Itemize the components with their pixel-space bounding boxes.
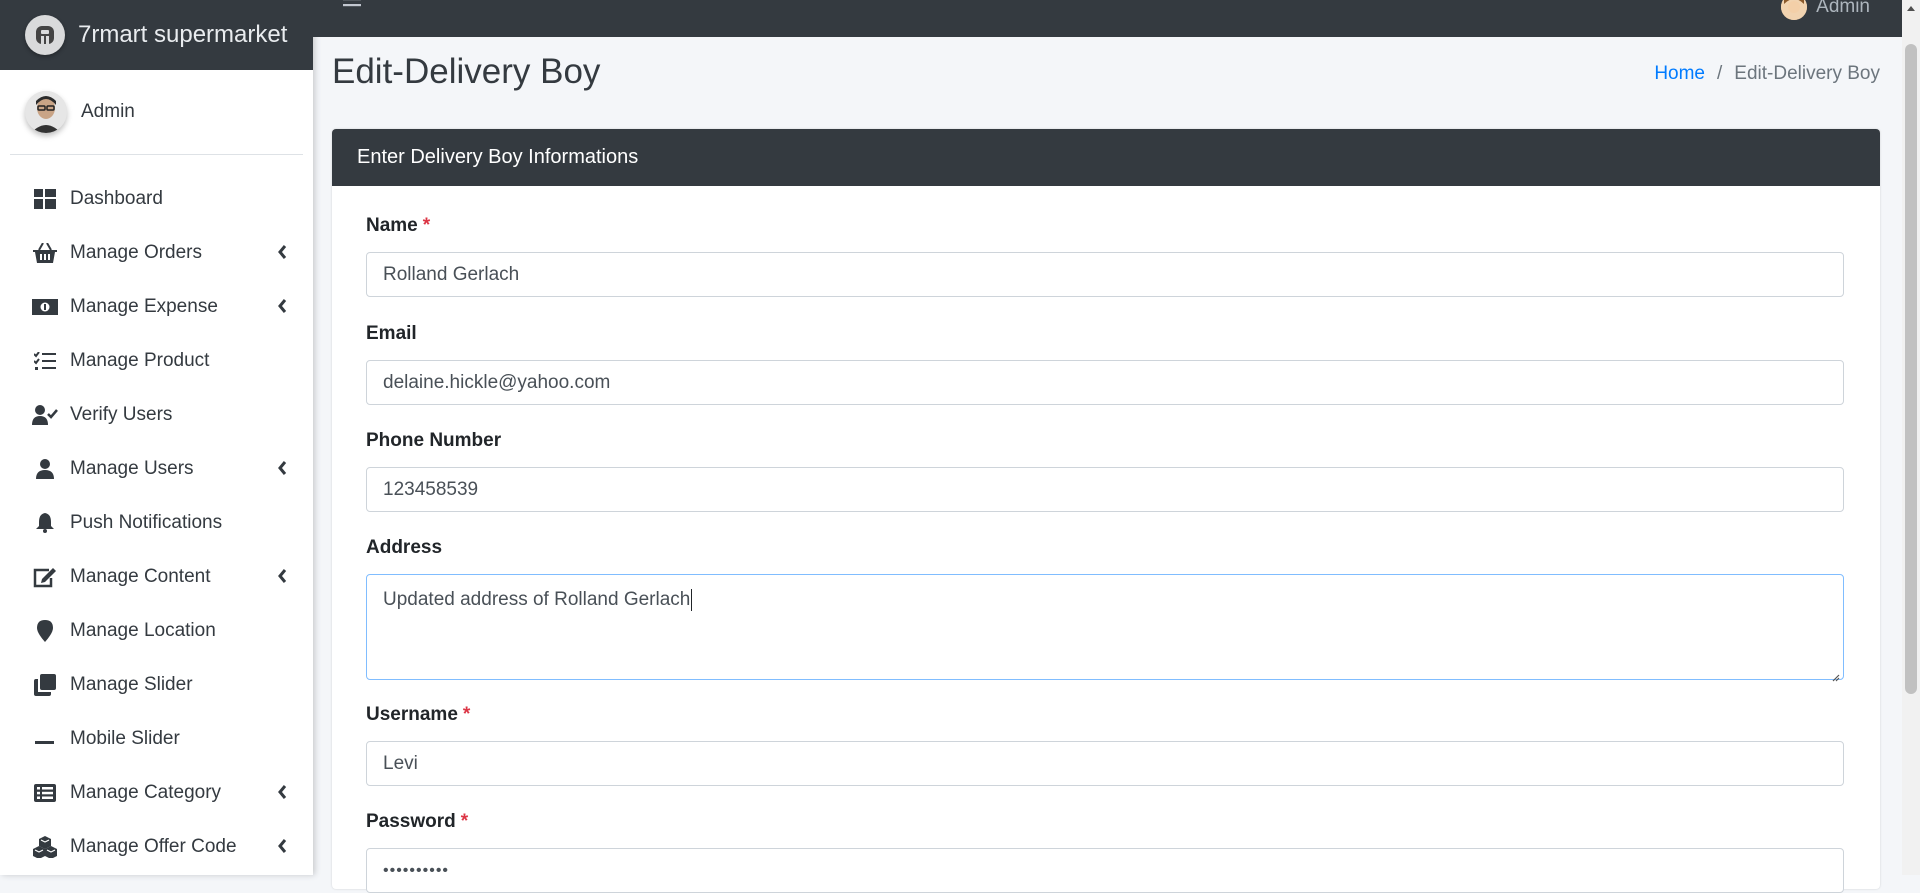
card-title: Enter Delivery Boy Informations [357,146,638,169]
dashboard-icon [32,186,58,212]
username-form-group: Username* Levi [366,704,1846,726]
sidebar-item-manage-users[interactable]: Manage Users [0,442,313,496]
brand-logo-icon [25,15,65,55]
bell-icon [32,510,58,536]
name-field[interactable]: Rolland Gerlach [366,252,1844,297]
phone-label: Phone Number [366,430,1846,452]
breadcrumb: Home / Edit-Delivery Boy [1654,63,1880,85]
cubes-icon [32,834,58,860]
sidebar-item-push-notifications[interactable]: Push Notifications [0,496,313,550]
edit-icon [32,564,58,590]
sidebar-item-manage-slider[interactable]: Manage Slider [0,658,313,712]
sidebar-item-label: Manage Offer Code [70,836,237,858]
required-mark: * [461,811,468,832]
card-header: Enter Delivery Boy Informations [332,129,1880,186]
sidebar-item-label: Dashboard [70,188,163,210]
sidebar-item-dashboard[interactable]: Dashboard [0,172,313,226]
hamburger-menu-icon[interactable] [343,0,365,14]
username-label: Username* [366,704,1846,726]
email-label: Email [366,323,1846,345]
address-text: Updated address of Rolland Gerlach [383,589,690,610]
sidebar-item-label: Manage Content [70,566,211,588]
user-avatar-icon [1781,0,1807,20]
sidebar-item-label: Manage Location [70,620,216,642]
tasks-icon [32,348,58,374]
sidebar-item-label: Manage Product [70,350,209,372]
top-user-menu[interactable]: Admin [1781,0,1870,20]
sidebar-item-label: Manage Users [70,458,194,480]
sidebar-item-mobile-slider[interactable]: Mobile Slider [0,712,313,766]
clone-icon [32,672,58,698]
sidebar-nav: Dashboard Manage Orders Manage Expense M… [0,172,313,874]
password-label: Password* [366,811,1846,833]
phone-form-group: Phone Number 123458539 [366,430,1846,452]
brand-link[interactable]: 7rmart supermarket [0,0,313,70]
address-textarea[interactable]: Updated address of Rolland Gerlach [366,574,1844,680]
text-caret [691,589,692,611]
address-form-group: Address Updated address of Rolland Gerla… [366,537,1846,559]
minus-icon [32,726,58,752]
brand-name: 7rmart supermarket [78,21,287,49]
phone-number-field[interactable]: 123458539 [366,467,1844,512]
sidebar-item-label: Push Notifications [70,512,222,534]
top-navbar: Admin [313,0,1920,37]
sidebar-item-manage-location[interactable]: Manage Location [0,604,313,658]
username-field[interactable]: Levi [366,741,1844,786]
chevron-left-icon [277,568,291,586]
required-mark: * [463,704,470,725]
name-form-group: Name* Rolland Gerlach [366,215,1846,237]
required-mark: * [423,215,430,236]
map-marker-icon [32,618,58,644]
user-icon [32,456,58,482]
chevron-left-icon [277,298,291,316]
scrollbar-thumb[interactable] [1905,44,1917,694]
chevron-left-icon [277,244,291,262]
user-panel[interactable]: Admin [10,70,303,155]
sidebar-item-label: Verify Users [70,404,172,426]
top-user-name: Admin [1816,0,1870,18]
sidebar-item-manage-product[interactable]: Manage Product [0,334,313,388]
email-field[interactable]: delaine.hickle@yahoo.com [366,360,1844,405]
sidebar-item-verify-users[interactable]: Verify Users [0,388,313,442]
chevron-left-icon [277,784,291,802]
money-bill-icon [32,294,58,320]
sidebar-item-label: Manage Slider [70,674,193,696]
sidebar-item-label: Manage Orders [70,242,202,264]
breadcrumb-separator: / [1717,63,1722,85]
user-check-icon [32,402,58,428]
sidebar-item-manage-offer-code[interactable]: Manage Offer Code [0,820,313,874]
page-scrollbar[interactable] [1902,0,1920,875]
chevron-left-icon [277,838,291,856]
sidebar-item-manage-category[interactable]: Manage Category [0,766,313,820]
basket-icon [32,240,58,266]
page-title: Edit-Delivery Boy [332,52,600,92]
sidebar: 7rmart supermarket Admin Dashboard [0,0,313,875]
delivery-boy-form-card: Enter Delivery Boy Informations Name* Ro… [332,129,1880,889]
breadcrumb-home-link[interactable]: Home [1654,63,1705,85]
sidebar-item-manage-content[interactable]: Manage Content [0,550,313,604]
resize-grip-icon[interactable] [1830,666,1840,676]
chevron-left-icon [277,460,291,478]
sidebar-item-label: Manage Expense [70,296,218,318]
email-form-group: Email delaine.hickle@yahoo.com [366,323,1846,345]
list-alt-icon [32,780,58,806]
name-label: Name* [366,215,1846,237]
user-name[interactable]: Admin [81,101,135,123]
address-label: Address [366,537,1846,559]
password-form-group: Password* •••••••••• [366,811,1846,833]
sidebar-item-manage-expense[interactable]: Manage Expense [0,280,313,334]
avatar [25,91,67,133]
sidebar-item-label: Mobile Slider [70,728,180,750]
sidebar-item-manage-orders[interactable]: Manage Orders [0,226,313,280]
sidebar-item-label: Manage Category [70,782,221,804]
scroll-up-arrow-icon[interactable] [1902,0,1920,18]
breadcrumb-current: Edit-Delivery Boy [1734,63,1880,85]
password-field[interactable]: •••••••••• [366,848,1844,893]
